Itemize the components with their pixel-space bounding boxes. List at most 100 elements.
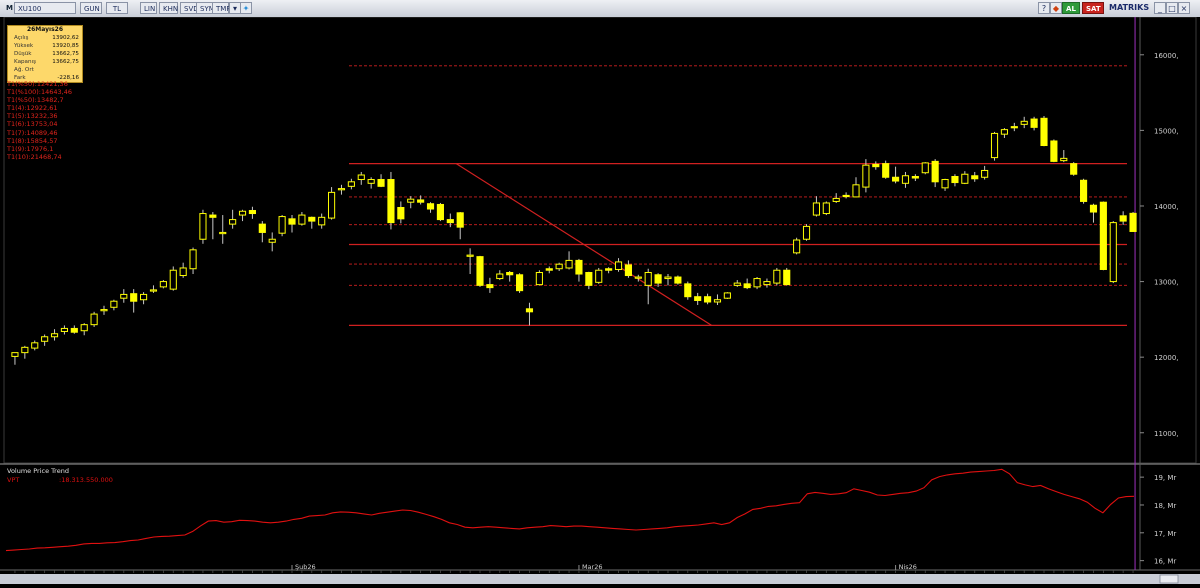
candle [476,256,484,286]
candle [723,292,731,299]
candle [614,261,623,270]
candle [882,163,890,178]
candle [446,219,454,224]
candle [990,132,999,159]
candle [149,289,158,292]
candle [318,216,326,226]
candle [713,299,722,303]
vpt-last-value: :18.313.550.000 [59,476,113,484]
candle [466,254,474,257]
candle [288,218,296,225]
target-level: T1(%50):13482,7 [7,96,64,105]
candle [664,276,672,280]
chart-svg: Volume Price TrendVPT:18.313.550.000 110… [0,16,1200,584]
khn-button[interactable]: KHN [159,2,178,14]
candle [248,210,256,215]
y-tick-label: 15000, [1154,127,1179,135]
candle [1050,140,1058,162]
candle [367,179,375,184]
info-row-close: Kapanış 13662,75 [8,58,82,66]
candle [802,225,811,240]
candle [981,169,989,178]
candle [130,293,138,302]
app-logo-icon: M [6,4,13,12]
period-button[interactable]: GUN [80,2,102,14]
candle [654,274,662,284]
candle [506,272,514,276]
vpt-y-tick-label: 16, Mr [1154,558,1176,566]
chart-background [0,16,1200,584]
minimize-icon[interactable]: _ [1154,2,1166,14]
info-row-avg: Ağ. Ort [8,66,82,74]
link-icon[interactable]: ◆ [1050,2,1062,14]
candle [140,293,148,301]
info-row-open: Açılış 13902,62 [8,34,82,42]
info-date: 26Mayıs26 [26,26,64,33]
sell-button[interactable]: SAT [1082,2,1104,14]
candle [832,197,840,202]
sym-button[interactable]: SYM [196,2,215,14]
background [0,17,1200,584]
candle [941,179,949,189]
candle [298,214,306,225]
info-value: 13662,75 [52,59,79,65]
candle [486,284,494,289]
horizontal-scrollbar [0,574,1200,584]
candle [951,176,959,184]
candle [525,308,534,313]
candle [1089,204,1098,213]
candle [872,163,880,168]
info-value: 13902,62 [52,35,79,41]
chart-area[interactable]: Volume Price Trend VPT:18.313.550.000 110… [0,16,1200,584]
scrollbar-thumb [1159,574,1179,584]
candle [575,259,583,275]
candle [852,184,860,198]
candle [1020,120,1028,125]
candle [674,276,682,284]
y-tick-label: 12000, [1154,354,1179,362]
candle [417,199,425,203]
candle [704,296,712,303]
candle [783,269,791,286]
candle [60,327,68,332]
candle [70,327,78,333]
candle [842,194,850,198]
candle [763,281,771,286]
chart-toolbar: M XU100 GUN TL LIN KHN SVD SYM TMP ▾ ✦ ?… [0,0,1200,18]
candle [644,272,652,286]
candle [634,276,642,279]
candle [169,269,177,290]
maximize-icon[interactable]: □ [1166,2,1178,14]
candle [387,179,395,224]
candle [555,263,563,270]
vpt-y-tick-label: 18, Mr [1154,502,1176,510]
target-level: T1(10):21468,74 [7,152,62,161]
ohlc-info-box: 26Mayıs26 Açılış 13902,62 Yüksek 13920,85 … [7,25,83,83]
x-tick-label: Şub26 [295,563,316,571]
target-level: T1(8):15854,57 [7,136,58,145]
candle [397,206,405,220]
candle [1070,163,1078,175]
tmp-button[interactable]: TMP [212,2,231,14]
candle [189,249,197,270]
currency-button[interactable]: TL [106,2,128,14]
x-tick-label: Mar26 [582,563,603,571]
symbol-selector[interactable]: XU100 [14,2,76,14]
candle [1010,126,1018,129]
twitter-icon[interactable]: ✦ [240,2,252,14]
help-icon[interactable]: ? [1038,2,1050,14]
info-value: 13662,75 [52,51,79,57]
candle [1000,129,1008,135]
svd-button[interactable]: SVD [180,2,199,14]
candle [100,309,108,312]
candle [1109,222,1117,283]
info-label: Düşük [14,51,32,57]
candle [496,273,504,280]
buy-button[interactable]: AL [1062,2,1080,14]
line-chart-button[interactable]: LIN [140,2,157,14]
close-icon[interactable]: × [1178,2,1190,14]
candle [743,283,751,289]
info-label: Kapanış [14,59,36,65]
info-value: 13920,85 [52,43,79,49]
candle [961,173,969,184]
